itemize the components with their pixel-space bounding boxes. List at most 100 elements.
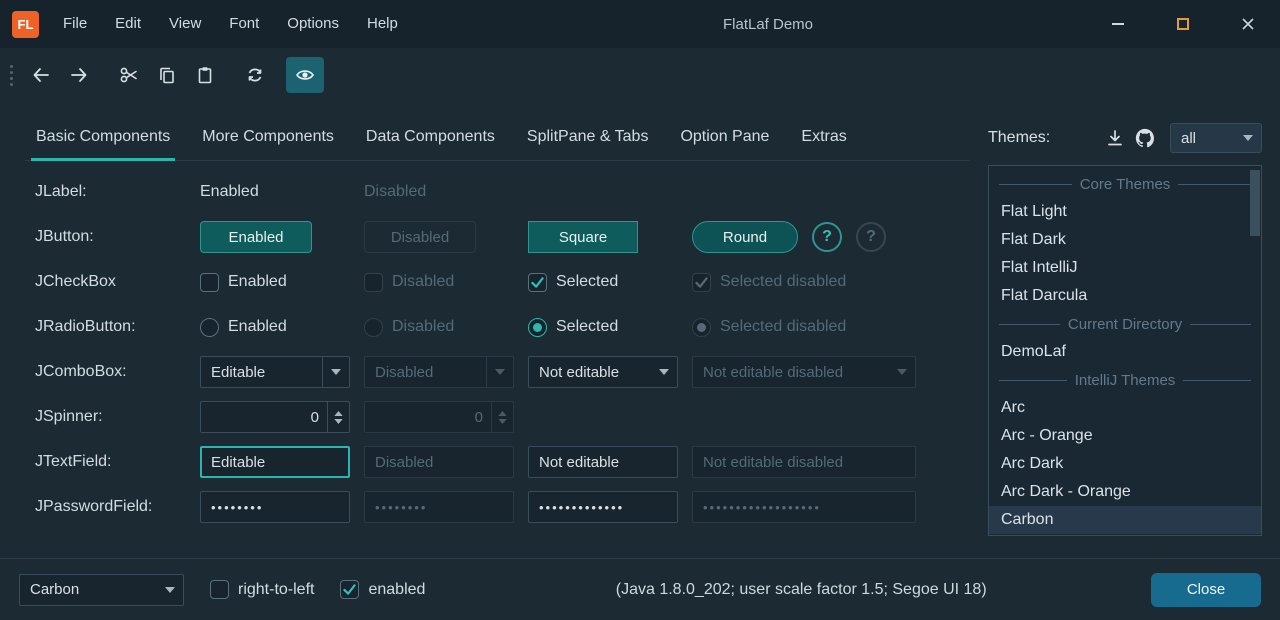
tab-splitpane-tabs[interactable]: SplitPane & Tabs (516, 113, 660, 160)
spinner-up-icon (498, 411, 507, 416)
themes-scrollbar[interactable] (1250, 167, 1260, 534)
eye-icon (295, 65, 315, 85)
radio-selected[interactable]: Selected (528, 318, 678, 337)
theme-item-flat-light[interactable]: Flat Light (989, 198, 1261, 226)
status-text: (Java 1.8.0_202; user scale factor 1.5; … (451, 581, 1151, 599)
theme-item-arc[interactable]: Arc (989, 394, 1261, 422)
tab-extras[interactable]: Extras (790, 113, 857, 160)
bottom-bar: Carbon right-to-left enabled (Java 1.8.0… (0, 558, 1280, 620)
menu-edit[interactable]: Edit (101, 0, 155, 48)
checkbox-enabled[interactable]: Enabled (200, 273, 350, 292)
row-jcheckbox: JCheckBox Enabled Disabled Selected Sele… (35, 266, 935, 298)
download-icon (1105, 128, 1125, 148)
theme-item-demolaf[interactable]: DemoLaf (989, 338, 1261, 366)
spinner-arrows (491, 402, 513, 432)
toolbar-grip[interactable] (6, 62, 16, 88)
jlabel-disabled: Disabled (364, 183, 514, 201)
back-button[interactable] (22, 57, 60, 93)
radio-disabled: Disabled (364, 318, 514, 337)
checkbox-selected[interactable]: Selected (528, 273, 678, 292)
copy-icon (157, 65, 177, 85)
menu-help[interactable]: Help (353, 0, 412, 48)
basic-components-panel: JLabel: Enabled Disabled JButton: Enable… (35, 176, 935, 536)
theme-filter-combobox[interactable]: all (1170, 123, 1262, 153)
github-button[interactable] (1130, 123, 1160, 153)
theme-item-flat-intellij[interactable]: Flat IntelliJ (989, 254, 1261, 282)
help-button[interactable]: ? (812, 222, 842, 252)
jlabel-row-label: JLabel: (35, 183, 186, 201)
radio-dot (697, 323, 706, 332)
theme-item-flat-dark[interactable]: Flat Dark (989, 226, 1261, 254)
row-jlabel: JLabel: Enabled Disabled (35, 176, 935, 208)
enabled-checkbox[interactable]: enabled (340, 580, 425, 599)
window-title: FlatLaf Demo (723, 16, 813, 33)
themes-header: Themes: all (988, 121, 1262, 155)
spinner-disabled: 0 (364, 401, 514, 433)
spinner-down-icon (498, 419, 507, 424)
combobox-not-editable[interactable]: Not editable (528, 356, 678, 388)
right-to-left-checkbox[interactable]: right-to-left (210, 580, 314, 599)
check-icon (695, 277, 708, 288)
back-arrow-icon (31, 65, 51, 85)
show-hidden-toggle-button[interactable] (286, 57, 324, 93)
radio-ring (364, 318, 383, 337)
radio-ring (200, 318, 219, 337)
tab-more-components[interactable]: More Components (191, 113, 345, 160)
tab-data-components[interactable]: Data Components (355, 113, 506, 160)
forward-button[interactable] (60, 57, 98, 93)
passwordfield-editable[interactable]: •••••••• (200, 491, 350, 523)
menu-options[interactable]: Options (273, 0, 353, 48)
minimize-icon (1112, 23, 1124, 25)
textfield-editable[interactable]: Editable (200, 446, 350, 478)
download-themes-button[interactable] (1100, 123, 1130, 153)
menu-view[interactable]: View (155, 0, 215, 48)
checkbox-box (210, 580, 229, 599)
forward-arrow-icon (69, 65, 89, 85)
menubar: File Edit View Font Options Help (49, 0, 412, 48)
cut-button[interactable] (110, 57, 148, 93)
spinner-enabled[interactable]: 0 (200, 401, 350, 433)
row-jtextfield: JTextField: Editable Disabled Not editab… (35, 446, 935, 478)
combobox-editable[interactable]: Editable (200, 356, 350, 388)
passwordfield-not-editable[interactable]: ••••••••••••• (528, 491, 678, 523)
refresh-button[interactable] (236, 57, 274, 93)
paste-clipboard-icon (195, 65, 215, 85)
spinner-up-icon[interactable] (334, 411, 343, 416)
radio-dot (533, 323, 542, 332)
maximize-button[interactable] (1150, 0, 1215, 48)
menu-file[interactable]: File (49, 0, 101, 48)
textfield-not-editable[interactable]: Not editable (528, 446, 678, 478)
tab-basic-components[interactable]: Basic Components (25, 113, 181, 160)
jtextfield-row-label: JTextField: (35, 453, 186, 471)
tab-option-pane[interactable]: Option Pane (669, 113, 780, 160)
theme-item-carbon[interactable]: Carbon (989, 506, 1261, 534)
chevron-down-icon (487, 369, 513, 375)
close-button[interactable]: Close (1151, 573, 1261, 607)
theme-item-flat-darcula[interactable]: Flat Darcula (989, 282, 1261, 310)
radio-ring (528, 318, 547, 337)
row-jcombobox: JComboBox: Editable Disabled Not editabl… (35, 356, 935, 388)
close-window-button[interactable] (1215, 0, 1280, 48)
radio-enabled[interactable]: Enabled (200, 318, 350, 337)
theme-item-arc-dark[interactable]: Arc Dark (989, 450, 1261, 478)
chevron-down-icon (889, 369, 915, 375)
scrollbar-thumb[interactable] (1250, 170, 1260, 236)
paste-button[interactable] (186, 57, 224, 93)
jbutton-square[interactable]: Square (528, 221, 638, 253)
close-icon (1240, 16, 1256, 32)
theme-item-arc-orange[interactable]: Arc - Orange (989, 422, 1261, 450)
theme-item-arc-dark-orange[interactable]: Arc Dark - Orange (989, 478, 1261, 506)
menu-font[interactable]: Font (215, 0, 273, 48)
lookandfeel-combobox[interactable]: Carbon (19, 574, 184, 606)
copy-button[interactable] (148, 57, 186, 93)
spinner-arrows[interactable] (327, 402, 349, 432)
jbutton-enabled[interactable]: Enabled (200, 221, 312, 253)
passwordfield-not-editable-disabled: •••••••••••••••••• (692, 491, 916, 523)
jbutton-round[interactable]: Round (692, 221, 798, 253)
toolbar (0, 48, 1280, 102)
jspinner-row-label: JSpinner: (35, 408, 186, 426)
minimize-button[interactable] (1085, 0, 1150, 48)
combobox-not-editable-disabled: Not editable disabled (692, 356, 916, 388)
spinner-down-icon[interactable] (334, 419, 343, 424)
jpasswordfield-row-label: JPasswordField: (35, 498, 186, 516)
